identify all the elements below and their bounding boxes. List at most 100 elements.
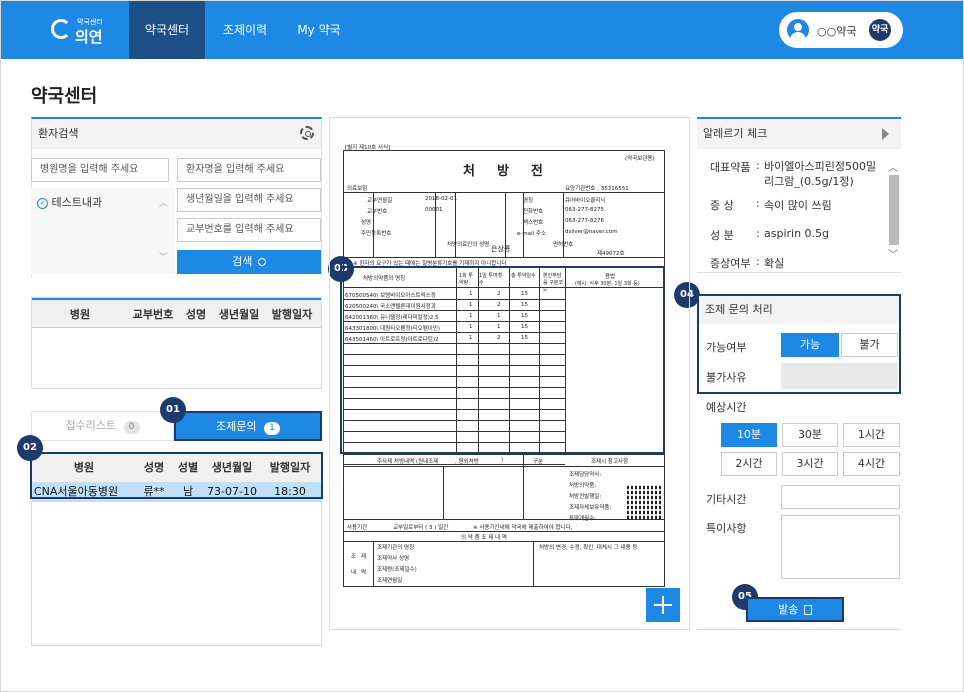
valid-note: ※ 사용기간내에 약국에 제출하여야 합니다.: [473, 525, 573, 531]
result-table-header: 병원 교부번호 성명 생년월일 발행일자: [32, 298, 321, 328]
valid-period: 교부일로부터 ( 3 ) 일간: [393, 525, 449, 531]
department-list: ✓ 테스트내과 ︿ ﹀: [31, 188, 175, 274]
search-button-label: 검색: [232, 255, 253, 268]
guide-line: 조제담당약사:: [569, 472, 602, 478]
dispense-side-char: 조: [351, 554, 357, 560]
allergy-drug: 바이엘아스피린정500밀리그람_(0.5g/1정): [764, 160, 877, 188]
phone-label: 전화번호: [523, 209, 544, 215]
issue-date: 2018-02-01: [425, 196, 457, 202]
prescription-title: 처방전: [463, 164, 565, 179]
patient-name-input[interactable]: 환자명을 입력해 주세요: [177, 158, 321, 182]
brand-logo[interactable]: 약국센터 의연: [51, 13, 111, 47]
allergy-key: 증상여부: [710, 257, 751, 270]
allergy-scrollbar[interactable]: [889, 175, 899, 245]
scroll-up-icon[interactable]: ︿: [159, 196, 168, 209]
scroll-down-icon[interactable]: ﹀: [888, 246, 898, 261]
change-note: 처방의 변경, 수정, 확인, 대체시 그 내용 등: [539, 545, 638, 551]
allergy-title: 알레르기 체크: [703, 127, 768, 140]
dispense-side-char: 내: [351, 570, 357, 576]
result-col-issued: 발행일자: [271, 308, 313, 321]
dispense-section: 조제기관의 명칭: [377, 545, 415, 551]
issue-date-label: 교부연월일: [367, 198, 393, 204]
eta-option-10m[interactable]: 10분: [721, 423, 777, 447]
search-icon: [257, 258, 266, 266]
hospital-name-input[interactable]: 병원명을 입력해 주세요: [31, 158, 169, 182]
search-result-table: 병원 교부번호 성명 생년월일 발행일자: [31, 297, 322, 389]
birth-date-input[interactable]: 생년월일을 입력해 주세요: [177, 188, 321, 212]
insurance-note: (약국보관용): [625, 156, 655, 162]
eta-label: 예상시간: [706, 401, 747, 414]
send-button[interactable]: 발송: [746, 597, 844, 622]
result-col-hospital: 병원: [69, 308, 91, 321]
nav-dispense-history[interactable]: 조제이력: [209, 1, 281, 59]
user-menu[interactable]: ○○약국 약국: [779, 12, 903, 48]
possible-yes-button[interactable]: 가능: [781, 333, 839, 357]
user-role-badge: 약국: [869, 19, 891, 41]
other-time-input[interactable]: [781, 485, 900, 509]
scroll-up-icon[interactable]: ︿: [888, 159, 898, 174]
panel-divider: [697, 629, 901, 630]
settings-gear-icon[interactable]: [300, 126, 314, 140]
facility-email: dsilver@naver.com: [565, 229, 618, 235]
send-button-label: 발송: [778, 603, 799, 616]
injection-label: 주사제 처방내역 (원내조제: [377, 459, 439, 465]
inquiry-count-badge: 1: [263, 422, 280, 435]
result-col-name: 성명: [185, 308, 207, 321]
user-avatar-icon: [787, 19, 809, 41]
allergy-ingredient: aspirin 0.5g: [764, 227, 830, 240]
reason-label: 불가사유: [706, 371, 747, 384]
eta-option-1h[interactable]: 1시간: [843, 423, 900, 447]
allergy-key: 증 상: [710, 199, 734, 212]
license-number: 제49072호: [597, 251, 625, 257]
guide-line: 조제자체보유약품:: [569, 505, 612, 511]
search-button[interactable]: 검색: [177, 250, 321, 274]
reg-number-label: 주민등록번호: [361, 231, 392, 237]
issue-no: 00001: [425, 207, 443, 213]
doctor-label: 처방의료인의 성명: [447, 242, 490, 248]
scroll-down-icon[interactable]: ﹀: [159, 250, 168, 263]
issue-number-input[interactable]: 교부번호를 입력해 주세요: [177, 218, 321, 242]
tab-inquiry-label: 조제문의: [216, 420, 257, 433]
reception-count-badge: 0: [123, 421, 140, 434]
allergy-header[interactable]: 알레르기 체크: [697, 119, 901, 149]
department-item[interactable]: ✓ 테스트내과: [37, 194, 102, 210]
top-nav-bar: 약국센터 의연 약국센터 조제이력 My 약국 ○○약국 약국: [1, 1, 963, 59]
guide-line: 처방의약품:: [569, 483, 597, 489]
dispense-section: 조제약사 성명: [377, 556, 410, 562]
guide-line: 처방전발행일:: [569, 494, 602, 500]
possible-label: 가능여부: [706, 341, 747, 354]
other-time-label: 기타시간: [706, 493, 747, 506]
notes-textarea[interactable]: [781, 515, 900, 579]
add-plus-button[interactable]: [646, 588, 680, 622]
result-col-birth: 생년월일: [218, 308, 260, 321]
eta-option-4h[interactable]: 4시간: [843, 452, 900, 476]
highlight-box-02: [30, 452, 323, 499]
tab-inquiry[interactable]: 조제문의 1: [174, 411, 322, 441]
fax-label: 팩스번호: [523, 220, 544, 226]
dispense-section: 조제연월일: [377, 578, 403, 584]
triangle-right-icon: [882, 128, 889, 140]
facility-phone: 063-277-8275: [565, 207, 604, 213]
dispense-ref-title: 조제시 참고사항: [591, 459, 629, 465]
eta-option-30m[interactable]: 30분: [782, 423, 838, 447]
guide-line: 투약개월수:: [569, 514, 596, 522]
tab-reception-label: 접수리스트: [65, 419, 117, 432]
injection-label-outside: , 원외처방: [455, 459, 479, 465]
allergy-symptom: 속이 많이 쓰림: [764, 199, 832, 212]
allergy-certainty: 확실: [764, 257, 785, 270]
department-label: 테스트내과: [51, 196, 103, 209]
nav-my-pharmacy[interactable]: My 약국: [285, 1, 353, 59]
reason-field[interactable]: [781, 363, 898, 389]
dispense-col-label: 구분: [533, 459, 544, 465]
eta-option-2h[interactable]: 2시간: [721, 452, 777, 476]
facility-fax: 063-277-8276: [565, 218, 604, 224]
possible-no-button[interactable]: 불가: [841, 333, 898, 357]
patient-name-label: 성명: [361, 220, 372, 226]
tab-reception-list[interactable]: 접수리스트 0: [31, 411, 174, 441]
nav-pharmacy-center[interactable]: 약국센터: [129, 1, 205, 59]
eta-option-3h[interactable]: 3시간: [782, 452, 838, 476]
allergy-key: 대표약품: [710, 161, 751, 174]
dispense-section: 조제량(조제일수): [377, 567, 417, 573]
marker-01: 01: [160, 397, 186, 423]
issue-no-label: 교부번호: [367, 209, 388, 215]
